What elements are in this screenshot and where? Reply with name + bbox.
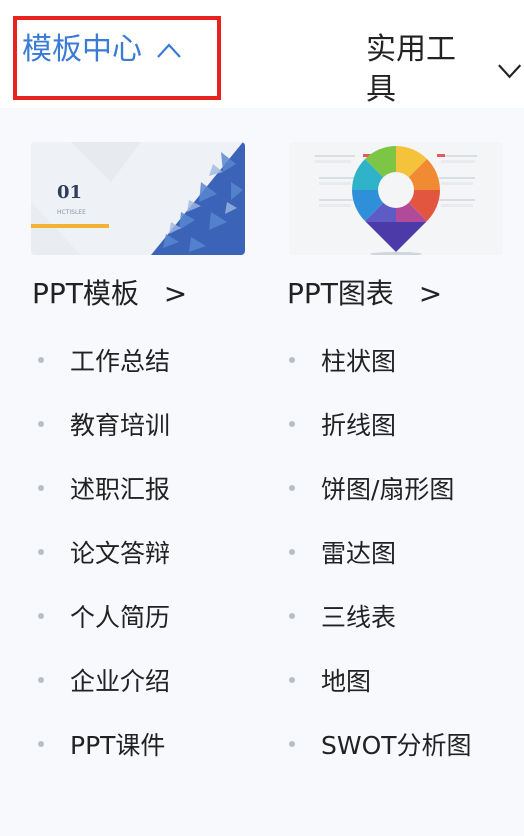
bullet-icon (38, 741, 44, 747)
bullet-icon (38, 549, 44, 555)
bullet-icon (289, 741, 295, 747)
bullet-icon (289, 485, 295, 491)
ppt-template-thumbnail[interactable]: 01 HCTISLEE (31, 142, 245, 255)
section-title-label: PPT模板 (32, 277, 139, 310)
thumbnail-caption: HCTISLEE (57, 209, 86, 216)
section-title-ppt-chart[interactable]: PPT图表 > (287, 272, 442, 316)
bullet-icon (289, 357, 295, 363)
chevron-up-icon (157, 43, 181, 58)
chart-preview-image (289, 142, 503, 255)
list-item[interactable]: 个人简历 (38, 584, 170, 648)
template-preview-image: 01 HCTISLEE (31, 142, 245, 255)
arrow-right-icon: > (163, 277, 188, 310)
list-item[interactable]: 述职汇报 (38, 456, 170, 520)
chart-category-list: 柱状图 折线图 饼图/扇形图 雷达图 三线表 地图 SWOT分析图 (289, 328, 472, 776)
list-item[interactable]: 地图 (289, 648, 472, 712)
list-item[interactable]: PPT课件 (38, 712, 170, 776)
bullet-icon (289, 613, 295, 619)
list-item[interactable]: 教育培训 (38, 392, 170, 456)
nav-tab-label: 实用工具 (366, 32, 456, 107)
bullet-icon (38, 613, 44, 619)
list-item[interactable]: 饼图/扇形图 (289, 456, 472, 520)
top-nav: 模板中心 实用工具 (0, 0, 524, 108)
bullet-icon (289, 677, 295, 683)
section-title-label: PPT图表 (287, 277, 394, 310)
bullet-icon (38, 677, 44, 683)
list-item[interactable]: 论文答辩 (38, 520, 170, 584)
list-item[interactable]: 工作总结 (38, 328, 170, 392)
nav-tab-practical-tools[interactable]: 实用工具 (366, 30, 524, 110)
list-item[interactable]: 雷达图 (289, 520, 472, 584)
list-item[interactable]: 三线表 (289, 584, 472, 648)
list-item[interactable]: SWOT分析图 (289, 712, 472, 776)
ppt-chart-thumbnail[interactable] (289, 142, 503, 255)
section-title-ppt-template[interactable]: PPT模板 > (32, 272, 187, 316)
chevron-down-icon (497, 64, 521, 79)
bullet-icon (38, 485, 44, 491)
bullet-icon (289, 549, 295, 555)
thumbnail-heading: 01 (57, 182, 82, 203)
bullet-icon (289, 421, 295, 427)
arrow-right-icon: > (418, 277, 443, 310)
nav-tab-label: 模板中心 (22, 32, 142, 67)
list-item[interactable]: 折线图 (289, 392, 472, 456)
template-category-list: 工作总结 教育培训 述职汇报 论文答辩 个人简历 企业介绍 PPT课件 (38, 328, 170, 776)
nav-tab-template-center[interactable]: 模板中心 (22, 30, 184, 70)
list-item[interactable]: 柱状图 (289, 328, 472, 392)
list-item[interactable]: 企业介绍 (38, 648, 170, 712)
bullet-icon (38, 357, 44, 363)
bullet-icon (38, 421, 44, 427)
